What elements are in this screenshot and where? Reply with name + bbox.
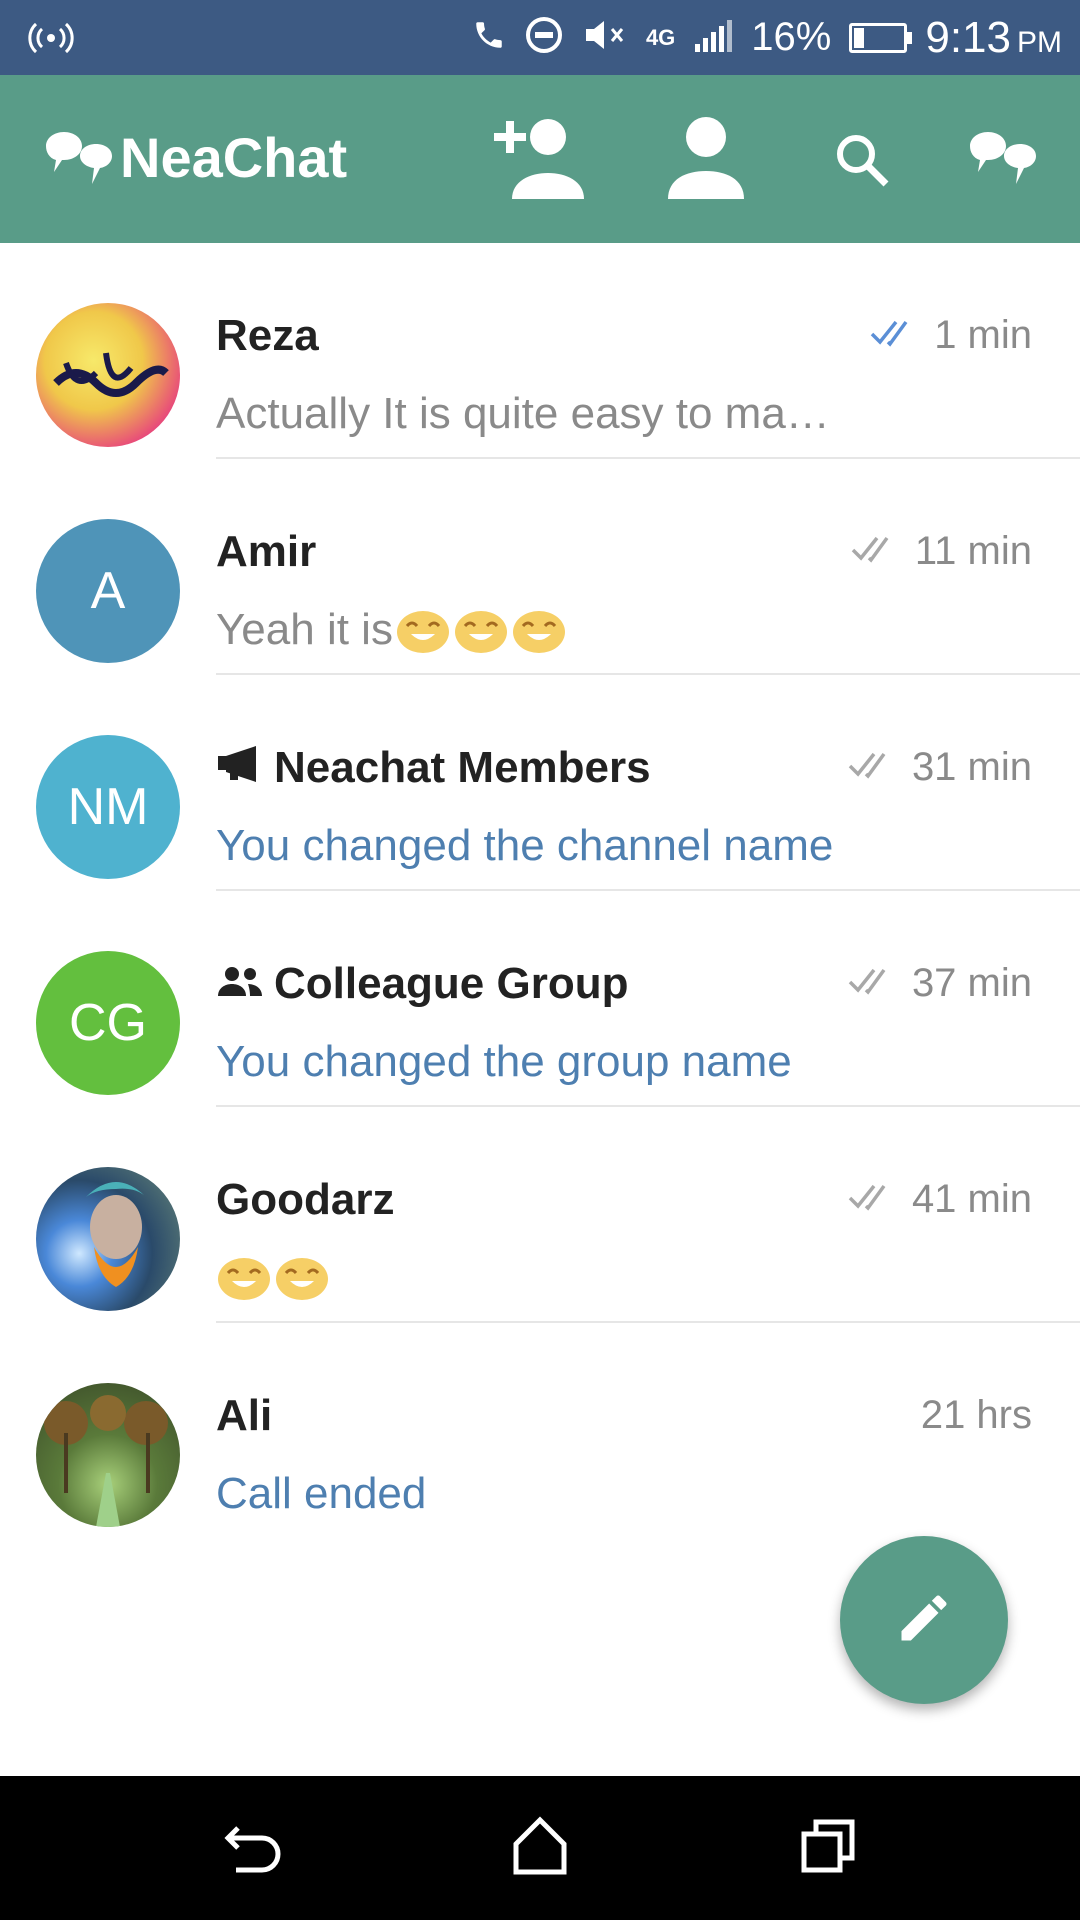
chat-meta: 37 min	[848, 961, 1032, 1006]
navigation-bar	[0, 1776, 1080, 1920]
avatar: A	[36, 519, 180, 663]
mute-icon	[582, 15, 628, 60]
chat-row-colleague-group[interactable]: CG Colleague Group 37 min You changed th…	[0, 891, 1080, 1107]
chat-time: 21 hrs	[920, 1393, 1032, 1437]
sent-check-icon	[848, 745, 898, 790]
read-check-icon	[870, 313, 920, 358]
chat-name: Amir	[216, 527, 317, 576]
chat-row-reza[interactable]: Reza 1 min Actually It is quite easy to …	[0, 243, 1080, 459]
chat-time: 41 min	[911, 1177, 1032, 1221]
sent-check-icon	[848, 1177, 898, 1222]
battery-percent: 16%	[751, 15, 832, 59]
status-bar: 4G 16% 9:13 PM	[0, 0, 1080, 75]
chat-row-goodarz[interactable]: Goodarz 41 min	[0, 1107, 1080, 1323]
chat-list: Reza 1 min Actually It is quite easy to …	[0, 243, 1080, 1539]
chat-name: Reza	[216, 311, 319, 360]
smile-emoji-icon	[395, 606, 451, 654]
chat-message: Yeah it is	[216, 605, 567, 655]
smile-emoji-icon	[453, 606, 509, 654]
call-icon	[472, 18, 506, 57]
chat-name: Colleague Group	[216, 959, 628, 1009]
chat-time: 11 min	[914, 529, 1032, 573]
compose-button[interactable]	[840, 1536, 1008, 1704]
avatar: NM	[36, 735, 180, 879]
home-button[interactable]	[508, 1814, 572, 1883]
neachat-logo-icon	[44, 130, 120, 191]
clock: 9:13 PM	[925, 12, 1062, 62]
search-icon[interactable]	[832, 130, 892, 195]
chat-name: Neachat Members	[216, 743, 651, 793]
chat-time: 1 min	[934, 313, 1032, 357]
smile-emoji-icon	[511, 606, 567, 654]
chat-message: You changed the channel name	[216, 821, 834, 870]
app-title: NeaChat	[120, 126, 348, 189]
contacts-icon[interactable]	[666, 115, 746, 204]
chat-message	[216, 1253, 330, 1301]
chat-time: 31 min	[911, 745, 1032, 789]
recents-button[interactable]	[796, 1814, 860, 1883]
signal-icon	[693, 18, 733, 57]
network-type: 4G	[645, 24, 676, 50]
chat-message-text: Yeah it is	[216, 605, 393, 654]
chat-name-text: Neachat Members	[274, 743, 651, 792]
sent-check-icon	[848, 961, 898, 1006]
smile-emoji-icon	[274, 1253, 330, 1301]
chat-message: Actually It is quite easy to ma…	[216, 389, 830, 438]
battery-icon	[849, 22, 913, 53]
avatar	[36, 1167, 180, 1311]
avatar	[36, 303, 180, 447]
avatar	[36, 1383, 180, 1527]
chat-row-amir[interactable]: A Amir 11 min Yeah it is	[0, 459, 1080, 675]
chat-meta: 11 min	[851, 529, 1032, 574]
pencil-icon	[894, 1588, 954, 1653]
chat-name: Ali	[216, 1391, 273, 1440]
chat-name-text: Colleague Group	[274, 959, 629, 1008]
megaphone-icon	[216, 743, 264, 793]
hotspot-icon	[28, 18, 74, 63]
chat-time: 37 min	[911, 961, 1032, 1005]
sent-check-icon	[851, 529, 901, 574]
chat-meta: 21 hrs	[921, 1393, 1032, 1438]
avatar: CG	[36, 951, 180, 1095]
neachat-menu-icon[interactable]	[968, 130, 1044, 191]
add-contact-icon[interactable]	[490, 115, 584, 204]
app-bar: NeaChat	[0, 75, 1080, 243]
smile-emoji-icon	[216, 1253, 272, 1301]
chat-row-neachat-members[interactable]: NM Neachat Members 31 min You changed th…	[0, 675, 1080, 891]
chat-meta: 31 min	[848, 745, 1032, 790]
chat-message: You changed the group name	[216, 1037, 792, 1086]
dnd-icon	[524, 15, 564, 60]
chat-row-ali[interactable]: Ali 21 hrs Call ended	[0, 1323, 1080, 1539]
chat-meta: 1 min	[870, 313, 1032, 358]
chat-message: Call ended	[216, 1469, 427, 1518]
back-button[interactable]	[222, 1814, 286, 1883]
chat-meta: 41 min	[848, 1177, 1032, 1222]
group-icon	[216, 959, 264, 1009]
chat-name: Goodarz	[216, 1175, 395, 1224]
